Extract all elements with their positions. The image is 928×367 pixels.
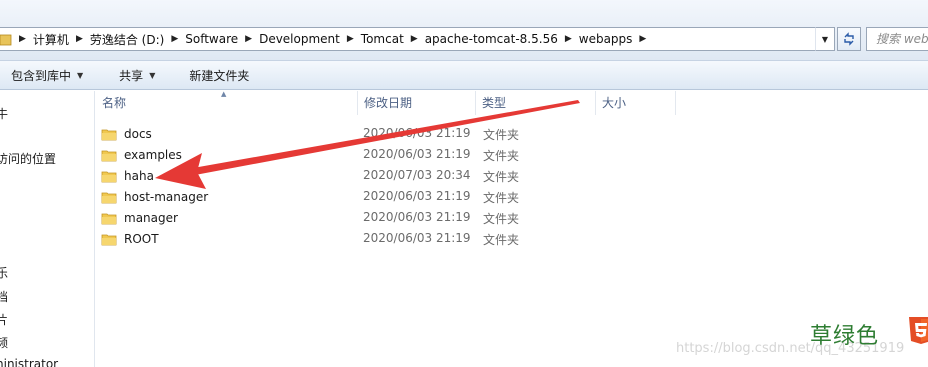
file-row[interactable]: docs 2020/06/03 21:19 文件夹 <box>96 123 696 144</box>
breadcrumb-chevron-icon[interactable]: ▶ <box>639 34 646 44</box>
file-type: 文件夹 <box>483 191 520 205</box>
column-header-size[interactable]: 大小 <box>596 91 676 115</box>
file-row[interactable]: ROOT 2020/06/03 21:19 文件夹 <box>96 228 696 249</box>
file-date-modified: 2020/06/03 21:19 <box>363 210 471 224</box>
sort-ascending-icon: ▲ <box>221 90 227 98</box>
folder-icon <box>0 34 12 46</box>
file-row[interactable]: haha 2020/07/03 20:34 文件夹 <box>96 165 696 186</box>
breadcrumb-software[interactable]: ▶ Software <box>164 28 238 50</box>
file-type: 文件夹 <box>483 128 520 142</box>
address-history-dropdown[interactable]: ▼ <box>815 27 835 51</box>
file-name: examples <box>124 147 182 162</box>
new-folder-button[interactable]: 新建文件夹 <box>183 64 255 86</box>
address-bar-region: ▶ 计算机 ▶ 劳逸结合 (D:) ▶ Software ▶ Developme… <box>0 0 928 60</box>
file-type: 文件夹 <box>483 149 520 163</box>
nav-item-documents[interactable]: 档 <box>0 288 8 305</box>
file-type: 文件夹 <box>483 233 520 247</box>
folder-icon <box>101 192 117 203</box>
nav-item-administrator[interactable]: ninistrator <box>0 357 58 367</box>
file-date-modified: 2020/07/03 20:34 <box>363 168 471 182</box>
file-date-modified: 2020/06/03 21:19 <box>363 147 471 161</box>
nav-item-partial[interactable]: 牛 <box>0 105 8 122</box>
breadcrumb-apache-tomcat[interactable]: ▶ apache-tomcat-8.5.56 <box>404 28 558 50</box>
file-name: host-manager <box>124 189 209 204</box>
nav-item-music[interactable]: 乐 <box>0 264 8 281</box>
file-date-modified: 2020/06/03 21:19 <box>363 126 471 140</box>
breadcrumb-chevron-icon[interactable]: ▶ <box>171 34 178 44</box>
column-header-date-modified[interactable]: 修改日期 <box>358 91 476 115</box>
chevron-down-icon: ▼ <box>821 34 829 44</box>
navigation-pane: 牛 访问的位置 乐 档 片 频 ninistrator <box>0 91 95 367</box>
command-toolbar: 包含到库中 ▼ 共享 ▼ 新建文件夹 <box>0 60 928 90</box>
breadcrumb-chevron-icon[interactable]: ▶ <box>565 34 572 44</box>
folder-icon <box>101 171 117 182</box>
column-header-type[interactable]: 类型 <box>476 91 596 115</box>
file-row[interactable]: examples 2020/06/03 21:19 文件夹 <box>96 144 696 165</box>
folder-icon <box>101 234 117 245</box>
address-bar[interactable]: ▶ 计算机 ▶ 劳逸结合 (D:) ▶ Software ▶ Developme… <box>0 27 835 51</box>
share-button[interactable]: 共享 ▼ <box>113 64 161 86</box>
file-type: 文件夹 <box>483 212 520 226</box>
file-date-modified: 2020/06/03 21:19 <box>363 231 471 245</box>
html5-logo-icon <box>909 317 928 344</box>
include-in-library-button[interactable]: 包含到库中 ▼ <box>5 64 89 86</box>
file-name: docs <box>124 126 152 141</box>
chevron-down-icon: ▼ <box>77 70 84 80</box>
refresh-button[interactable] <box>837 27 861 51</box>
breadcrumb-chevron-icon[interactable]: ▶ <box>347 34 354 44</box>
folder-icon <box>101 129 117 140</box>
folder-icon <box>101 213 117 224</box>
breadcrumb-chevron-icon[interactable]: ▶ <box>245 34 252 44</box>
breadcrumb-drive[interactable]: ▶ 劳逸结合 (D:) <box>69 28 164 50</box>
nav-item-recent-places[interactable]: 访问的位置 <box>0 150 56 167</box>
column-header-name[interactable]: 名称 <box>96 91 358 115</box>
file-row[interactable]: manager 2020/06/03 21:19 文件夹 <box>96 207 696 228</box>
breadcrumb-chevron-icon[interactable]: ▶ <box>19 34 26 44</box>
breadcrumb-webapps[interactable]: ▶ webapps ▶ <box>558 28 654 50</box>
search-input[interactable]: 搜索 web <box>866 27 928 51</box>
file-type: 文件夹 <box>483 170 520 184</box>
file-row[interactable]: host-manager 2020/06/03 21:19 文件夹 <box>96 186 696 207</box>
file-name: haha <box>124 168 154 183</box>
breadcrumb-chevron-icon[interactable]: ▶ <box>76 34 83 44</box>
chevron-down-icon: ▼ <box>149 70 156 80</box>
breadcrumb-chevron-icon[interactable]: ▶ <box>411 34 418 44</box>
breadcrumb-tomcat[interactable]: ▶ Tomcat <box>340 28 404 50</box>
nav-item-pictures[interactable]: 片 <box>0 311 8 328</box>
file-date-modified: 2020/06/03 21:19 <box>363 189 471 203</box>
file-name: ROOT <box>124 231 159 246</box>
breadcrumb-development[interactable]: ▶ Development <box>238 28 340 50</box>
refresh-icon <box>844 32 854 46</box>
column-headers: 名称 ▲ 修改日期 类型 大小 <box>96 90 928 115</box>
nav-item-videos[interactable]: 频 <box>0 334 8 351</box>
file-name: manager <box>124 210 178 225</box>
watermark-brand: 草绿色 <box>810 324 880 349</box>
breadcrumb-computer[interactable]: ▶ 计算机 <box>12 28 69 50</box>
folder-icon <box>101 150 117 161</box>
